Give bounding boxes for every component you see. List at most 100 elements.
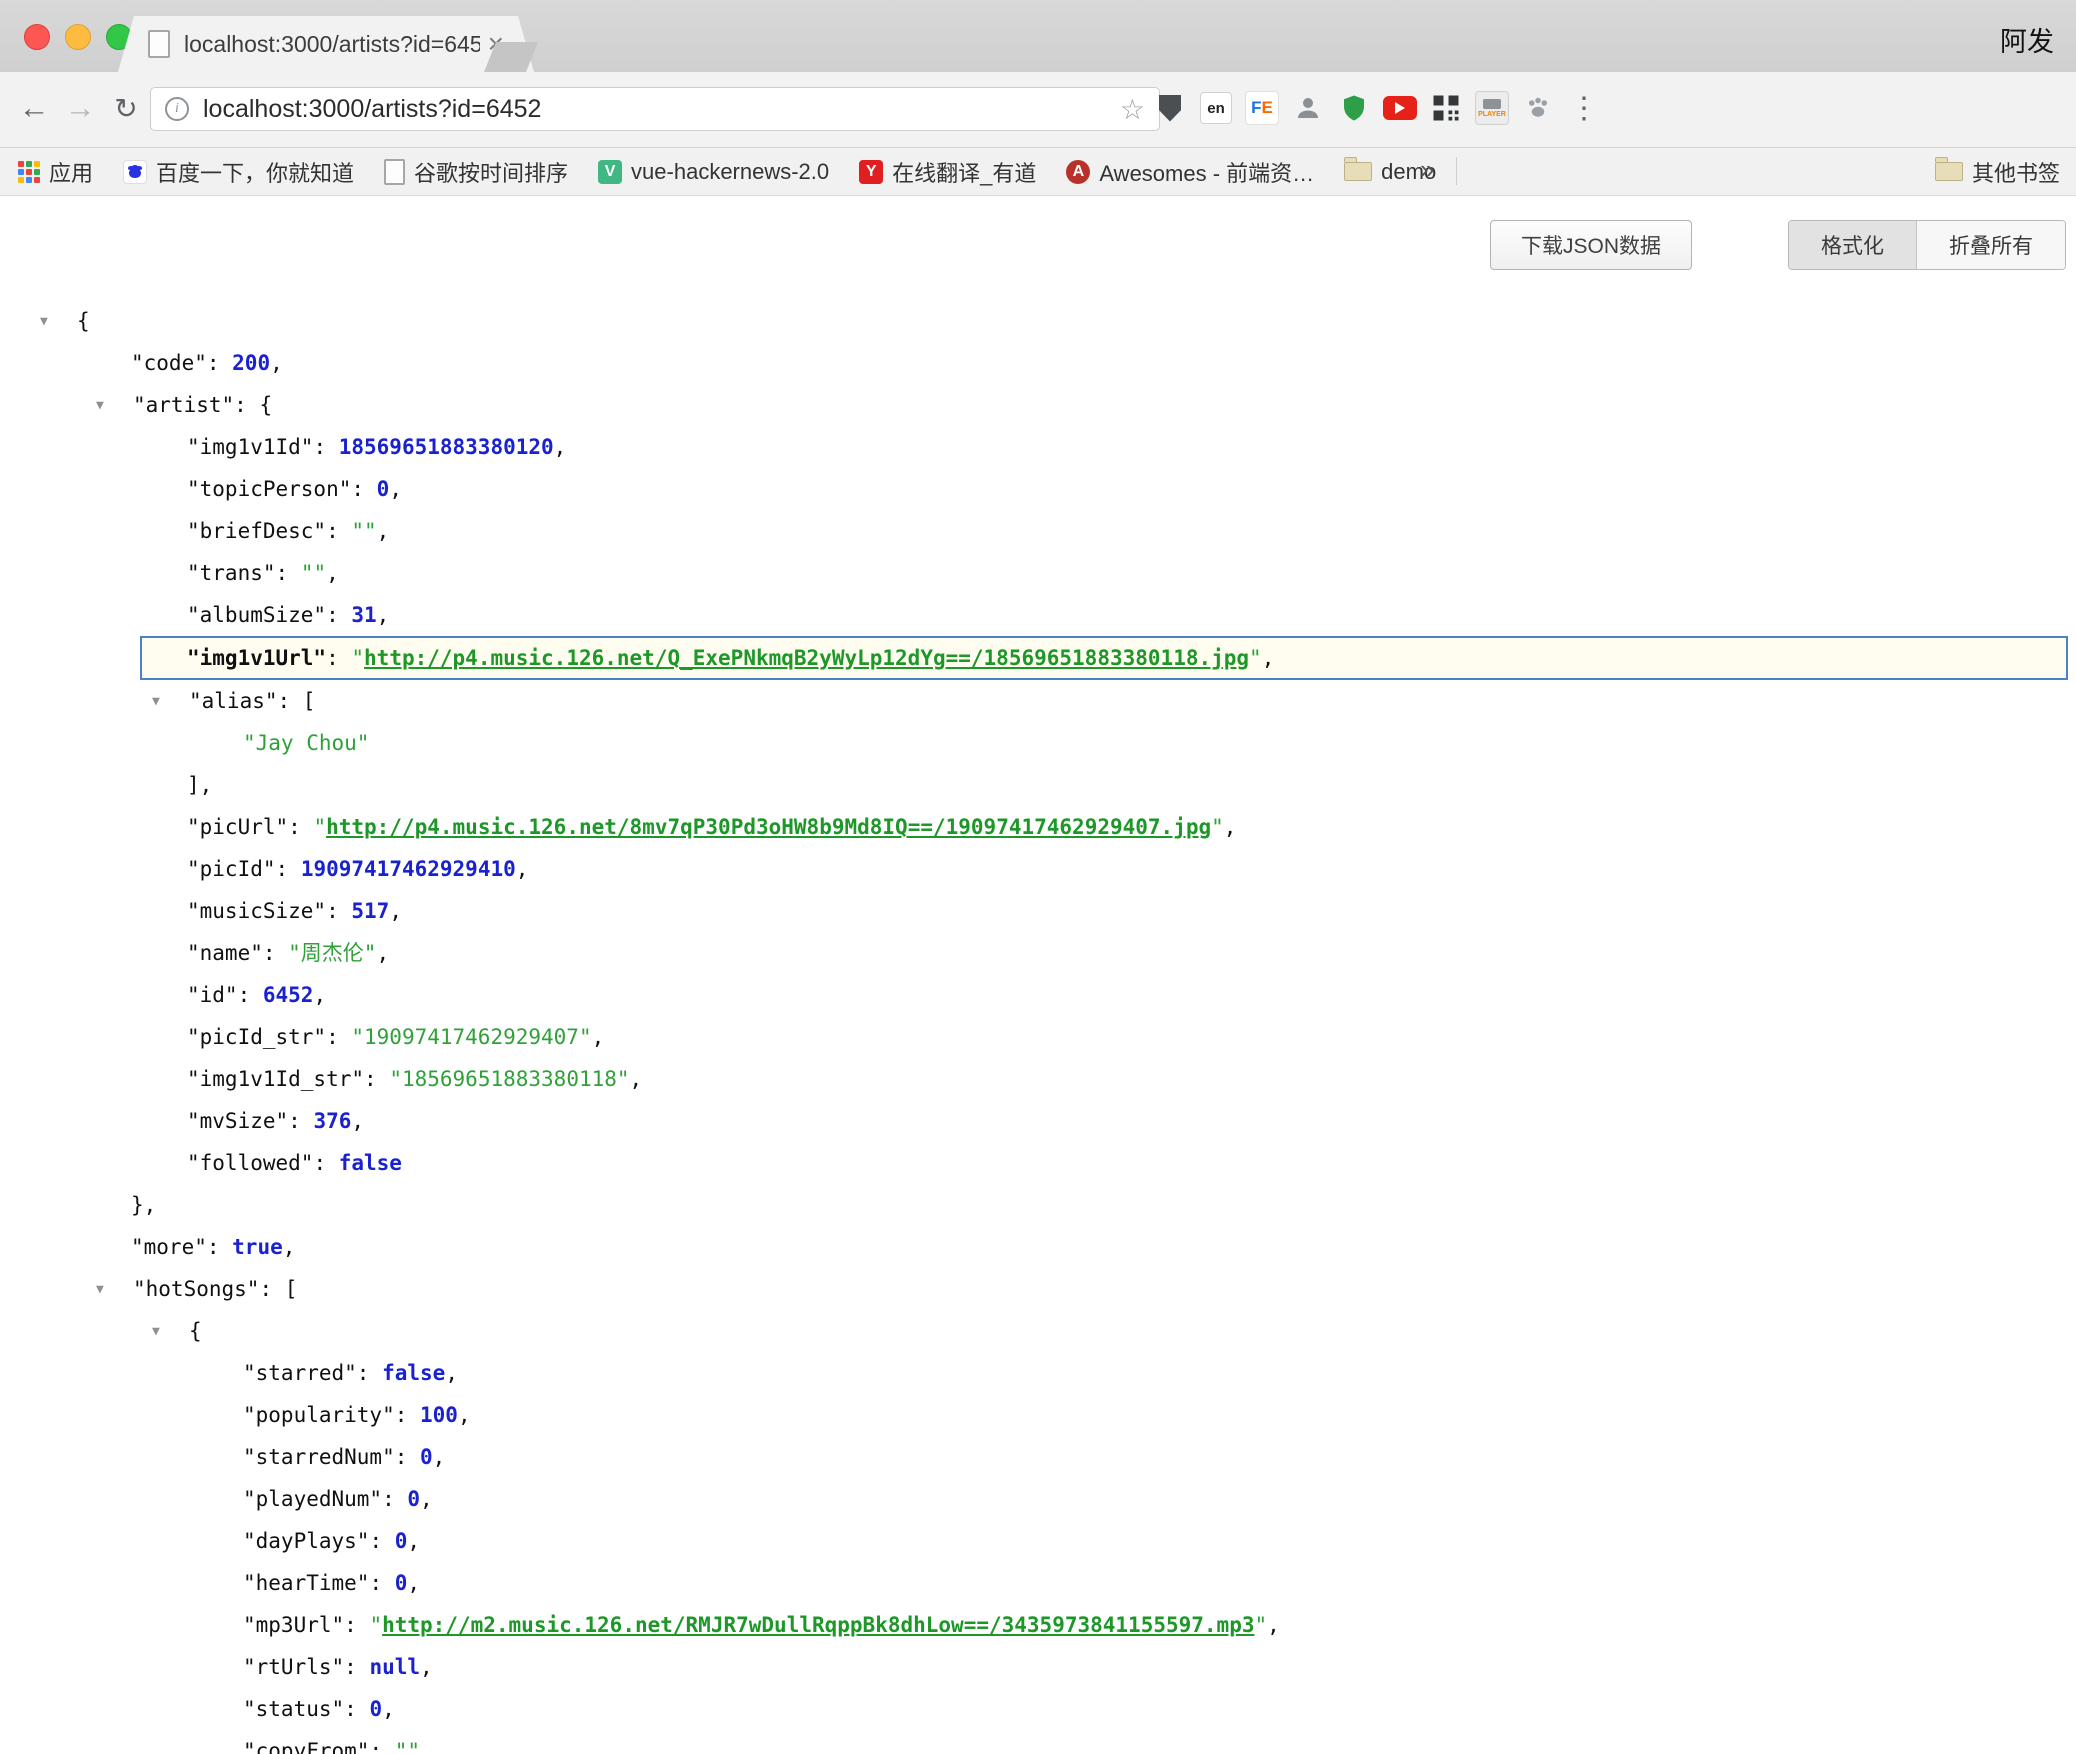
json-line: "img1v1Id_str": "18569651883380118", (0, 1058, 2076, 1100)
json-punctuation: : (238, 983, 263, 1007)
json-url-link[interactable]: http://p4.music.126.net/8mv7qP30Pd3oHW8b… (326, 815, 1211, 839)
bookmark-vue-hackernews[interactable]: V vue-hackernews-2.0 (598, 159, 829, 185)
bookmark-awesomes[interactable]: A Awesomes - 前端资… (1066, 156, 1314, 188)
json-number: 31 (351, 603, 376, 627)
json-key: "albumSize" (187, 603, 326, 627)
json-line: "playedNum": 0, (0, 1478, 2076, 1520)
extension-qrcode[interactable] (1426, 84, 1466, 132)
json-punctuation: , (382, 1697, 395, 1721)
reload-button[interactable]: ↻ (104, 86, 148, 130)
json-string: "周杰伦" (288, 941, 376, 965)
bookmark-youdao[interactable]: Y 在线翻译_有道 (859, 156, 1036, 188)
collapse-toggle-icon[interactable]: ▼ (38, 301, 77, 343)
json-punctuation: : (344, 1655, 369, 1679)
json-punctuation: , (326, 561, 339, 585)
json-punctuation: : (326, 1025, 351, 1049)
browser-window: localhost:3000/artists?id=645 × 阿发 ← → ↻… (0, 0, 2076, 1754)
json-punctuation: , (1267, 1613, 1280, 1637)
json-key: "code" (131, 351, 207, 375)
collapse-toggle-icon[interactable]: ▼ (150, 681, 189, 723)
json-number: 19097417462929410 (301, 857, 516, 881)
collapse-toggle-icon[interactable]: ▼ (94, 1269, 133, 1311)
browser-menu-button[interactable]: ⋮ (1564, 84, 1604, 132)
collapse-toggle-icon[interactable]: ▼ (94, 385, 133, 427)
download-json-button[interactable]: 下载JSON数据 (1490, 220, 1692, 270)
json-punctuation: : (207, 351, 232, 375)
json-line: "topicPerson": 0, (0, 468, 2076, 510)
json-line: "code": 200, (0, 342, 2076, 384)
extension-fehelper[interactable]: FE (1242, 84, 1282, 132)
extension-paw[interactable] (1518, 84, 1558, 132)
json-punctuation: { (189, 1319, 202, 1343)
extension-pennant[interactable] (1150, 84, 1190, 132)
browser-tab[interactable]: localhost:3000/artists?id=645 × (118, 16, 534, 72)
bookmark-baidu[interactable]: 百度一下，你就知道 (123, 156, 354, 188)
json-number: 517 (351, 899, 389, 923)
bookmark-label: Awesomes - 前端资… (1099, 156, 1314, 188)
close-window-button[interactable] (24, 24, 50, 50)
json-punctuation: , (516, 857, 529, 881)
json-key: "followed" (187, 1151, 313, 1175)
json-line: "picUrl": "http://p4.music.126.net/8mv7q… (0, 806, 2076, 848)
json-punctuation: ], (187, 773, 212, 797)
bookmarks-bar: 应用 百度一下，你就知道 谷歌按时间排序 V vue-hackernews-2.… (0, 148, 2076, 196)
json-punctuation: : [ (259, 1277, 297, 1301)
back-button[interactable]: ← (12, 86, 56, 130)
minimize-window-button[interactable] (65, 24, 91, 50)
bookmark-star-icon[interactable]: ☆ (1120, 93, 1145, 126)
bookmark-label: 其他书签 (1972, 156, 2060, 188)
json-key: "artist" (133, 393, 234, 417)
extension-youtube[interactable] (1380, 84, 1420, 132)
json-punctuation: : { (234, 393, 272, 417)
profile-name[interactable]: 阿发 (2000, 20, 2054, 59)
tab-title: localhost:3000/artists?id=645 (184, 31, 480, 58)
json-punctuation: , (389, 899, 402, 923)
collapse-all-button[interactable]: 折叠所有 (1916, 221, 2065, 269)
player-bar (1483, 99, 1501, 109)
json-string: "Jay Chou" (243, 731, 369, 755)
format-button[interactable]: 格式化 (1789, 221, 1916, 269)
json-number: 376 (313, 1109, 351, 1133)
person-icon (1293, 93, 1323, 123)
url-text[interactable]: localhost:3000/artists?id=6452 (203, 95, 1112, 124)
json-punctuation: , (377, 603, 390, 627)
json-punctuation: , (630, 1067, 643, 1091)
json-punctuation: , (389, 477, 402, 501)
json-string: " (369, 1613, 382, 1637)
json-line: "albumSize": 31, (0, 594, 2076, 636)
json-key: "picUrl" (187, 815, 288, 839)
json-line: "starredNum": 0, (0, 1436, 2076, 1478)
forward-button[interactable]: → (58, 86, 102, 130)
fehelper-icon: FE (1245, 91, 1279, 125)
json-key: "mvSize" (187, 1109, 288, 1133)
bookmarks-overflow-chevron[interactable]: » (1420, 154, 1434, 185)
translate-icon: en (1200, 92, 1232, 124)
bookmark-label: 在线翻译_有道 (892, 156, 1036, 188)
other-bookmarks-folder[interactable]: 其他书签 (1935, 148, 2060, 195)
json-line: ▼{ (0, 1310, 2076, 1352)
json-key: "topicPerson" (187, 477, 351, 501)
address-bar[interactable]: i localhost:3000/artists?id=6452 ☆ (150, 87, 1160, 131)
bookmark-google-sort[interactable]: 谷歌按时间排序 (384, 156, 568, 188)
json-url-link[interactable]: http://p4.music.126.net/Q_ExePNkmqB2yWyL… (364, 646, 1249, 670)
json-punctuation: : (313, 1151, 338, 1175)
site-info-icon[interactable]: i (165, 97, 189, 121)
extension-player[interactable]: PLAYER (1472, 84, 1512, 132)
bookmark-apps[interactable]: 应用 (18, 156, 93, 188)
json-url-link[interactable]: http://m2.music.126.net/RMJR7wDullRqppBk… (382, 1613, 1254, 1637)
collapse-toggle-icon[interactable]: ▼ (150, 1311, 189, 1353)
window-controls (24, 24, 132, 50)
json-number: 18569651883380120 (339, 435, 554, 459)
json-line: "copyFrom": "", (0, 1730, 2076, 1754)
bookmarks-divider (1456, 157, 1457, 185)
json-line: "hearTime": 0, (0, 1562, 2076, 1604)
extension-profile[interactable] (1288, 84, 1328, 132)
json-number: 100 (420, 1403, 458, 1427)
json-punctuation: : (288, 1109, 313, 1133)
json-line: "briefDesc": "", (0, 510, 2076, 552)
json-line: "img1v1Url": "http://p4.music.126.net/Q_… (140, 636, 2068, 680)
json-line: "picId": 19097417462929410, (0, 848, 2076, 890)
extension-youdao-translate[interactable]: en (1196, 84, 1236, 132)
extension-shield[interactable] (1334, 84, 1374, 132)
json-punctuation: : (313, 435, 338, 459)
